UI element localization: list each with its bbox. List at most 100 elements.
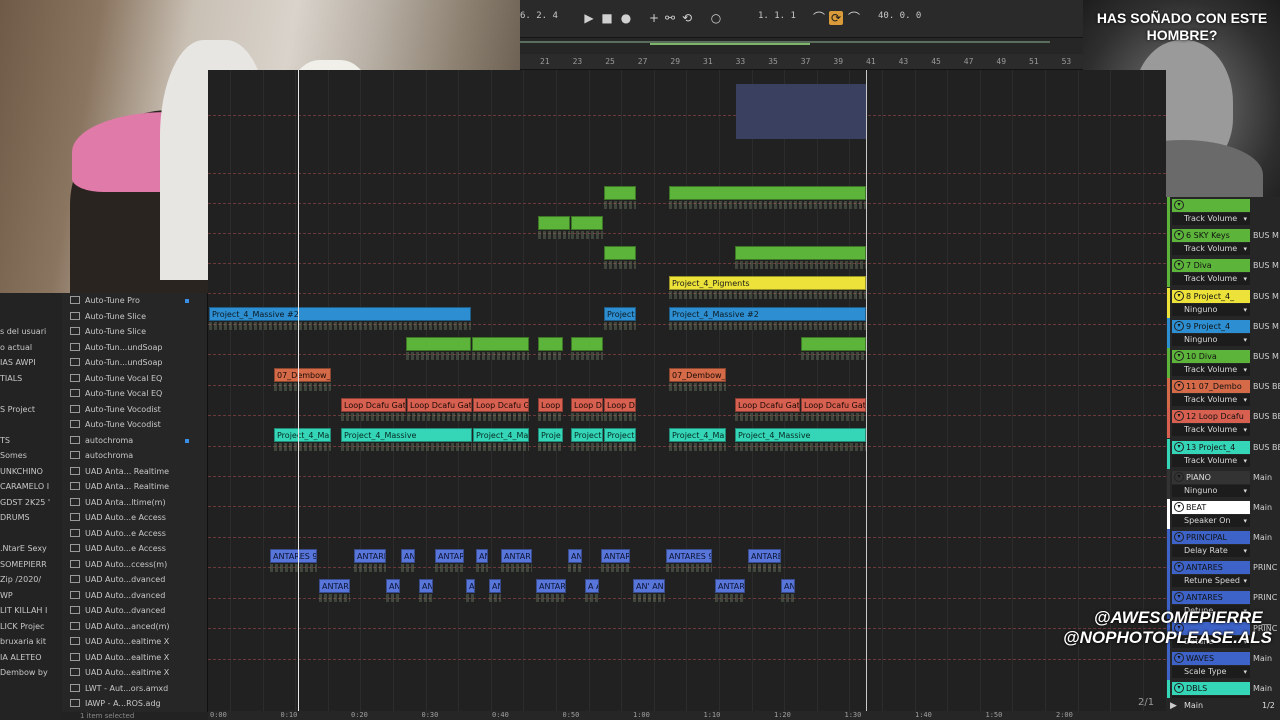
arrangement-clip[interactable]: Project_4_Massive #2 — [669, 307, 866, 321]
arrangement-clip[interactable]: AN' — [781, 579, 795, 593]
arrangement-clip[interactable]: Project — [604, 428, 636, 442]
automation-chooser[interactable]: Track Volume ▾ — [1172, 213, 1250, 225]
track-name[interactable]: ▾ 13 Project_4 — [1172, 440, 1250, 454]
fold-chevron-icon[interactable]: ▾ — [1174, 501, 1184, 512]
browser-collection-item[interactable]: UNKCHINO — [0, 464, 62, 480]
track-name[interactable]: ▾ ANTARES — [1172, 561, 1250, 575]
browser-item[interactable]: UAD Auto...dvanced — [62, 572, 207, 588]
stop-icon[interactable]: ■ — [600, 11, 614, 25]
fold-chevron-icon[interactable]: ▾ — [1174, 562, 1184, 573]
browser-item[interactable]: UAD Auto...dvanced — [62, 603, 207, 619]
track-name[interactable]: ▾ — [1172, 199, 1250, 212]
browser-item[interactable]: Auto-Tun...undSoap — [62, 355, 207, 371]
fold-chevron-icon[interactable]: ▾ — [1174, 592, 1184, 603]
track-output-route[interactable]: Main — [1253, 652, 1272, 665]
fold-chevron-icon[interactable]: ▾ — [1174, 290, 1184, 301]
track-header[interactable]: ▾ 6 SKY Keys BUS M Track Volume ▾ — [1166, 227, 1280, 258]
browser-collection-item[interactable]: DRUMS — [0, 510, 62, 526]
track-header[interactable]: ▾ 11 07_Dembo BUS BE Track Volume ▾ — [1166, 378, 1280, 409]
browser-collection-item[interactable] — [0, 293, 62, 309]
browser-item[interactable]: UAD Auto...e Access — [62, 541, 207, 557]
browser-collection-item[interactable]: LIT KILLAH I — [0, 603, 62, 619]
session-record-icon[interactable]: ○ — [709, 11, 723, 25]
automation-chooser[interactable]: Track Volume ▾ — [1172, 273, 1250, 286]
track-output-route[interactable]: Main — [1253, 471, 1272, 484]
arrangement-clip[interactable]: Loop Dcafu Gata — [407, 398, 472, 412]
browser-item[interactable]: IAWP - A...ROS.adg — [62, 696, 207, 712]
play-icon[interactable]: ▶ — [582, 11, 596, 25]
track-name[interactable]: ▾ WAVES — [1172, 651, 1250, 665]
browser-item[interactable]: UAD Auto...ealtime X — [62, 650, 207, 666]
browser-collection-item[interactable]: Somes — [0, 448, 62, 464]
browser-item[interactable]: UAD Anta...ltime(m) — [62, 495, 207, 511]
arrangement-clip[interactable]: ANTARE — [748, 549, 781, 563]
track-name[interactable]: ▾ 10 Diva — [1172, 349, 1250, 363]
arrangement-clip[interactable]: Project_4_Ma — [669, 428, 726, 442]
track-header[interactable]: ▾ 12 Loop Dcafu BUS BE Track Volume ▾ — [1166, 408, 1280, 439]
browser-item[interactable]: Auto-Tun...undSoap — [62, 340, 207, 356]
arrangement-clip[interactable]: Project_4_Massive — [735, 428, 866, 442]
arrangement-clip[interactable]: AI — [466, 579, 475, 593]
track-output-route[interactable]: Main — [1253, 501, 1272, 514]
bar-ruler[interactable]: 21 23 25 27 29 31 33 35 37 39 41 43 45 47 49 51 53 — [520, 54, 1166, 70]
browser-item[interactable]: autochroma — [62, 433, 207, 449]
browser-collection-item[interactable]: .NtarE Sexy — [0, 541, 62, 557]
track-output-route[interactable]: BUS M — [1253, 290, 1279, 303]
playhead-cursor[interactable] — [298, 70, 299, 711]
arrangement-view[interactable]: Project_4_Pigments Project_4_Massive #2 Pr… — [208, 70, 1166, 711]
automation-chooser[interactable]: Track Volume ▾ — [1172, 424, 1250, 437]
arrangement-clip[interactable] — [571, 337, 603, 351]
arrangement-clip[interactable]: Project — [571, 428, 603, 442]
arrangement-clip[interactable] — [604, 246, 636, 260]
arrangement-clip[interactable]: Project_4_Pigments — [669, 276, 866, 290]
arrangement-clip[interactable]: ANTARE — [501, 549, 532, 563]
arrangement-clip[interactable]: ANTARES 9 — [666, 549, 712, 563]
browser-item[interactable]: UAD Auto...anced(m) — [62, 619, 207, 635]
arrangement-clip[interactable]: AN — [489, 579, 501, 593]
browser-collection-item[interactable]: o actual — [0, 340, 62, 356]
browser-item[interactable]: UAD Anta... Realtime — [62, 479, 207, 495]
browser-collection-item[interactable] — [0, 526, 62, 542]
fold-chevron-icon[interactable]: ▾ — [1174, 200, 1184, 210]
browser-item[interactable]: Auto-Tune Vocodist — [62, 402, 207, 418]
arrangement-clip[interactable]: ANTAR — [435, 549, 464, 563]
song-position[interactable]: 6. 2. 4 — [520, 11, 558, 21]
track-name[interactable]: ▾ 9 Project_4 — [1172, 319, 1250, 333]
reenable-automation-icon[interactable]: ⟲ — [680, 11, 694, 25]
track-name[interactable]: ▾ DBLS — [1172, 682, 1250, 695]
arrangement-clip[interactable]: ANTARI — [715, 579, 745, 593]
browser-item[interactable]: LWT - Aut...ors.amxd — [62, 681, 207, 697]
fold-chevron-icon[interactable]: ▾ — [1174, 411, 1184, 422]
track-name[interactable]: ▾ 8 Project_4_ — [1172, 289, 1250, 303]
arrangement-clip[interactable]: Loop Dcafu Gata — [801, 398, 866, 412]
browser-collection-item[interactable]: bruxaria kit — [0, 634, 62, 650]
arrangement-clip[interactable]: AN — [476, 549, 488, 563]
browser-collection-item[interactable]: IAS AWPI — [0, 355, 62, 371]
track-name[interactable]: ▾ 7 Diva — [1172, 259, 1250, 273]
track-output-route[interactable]: BUS BE — [1253, 410, 1280, 423]
arrangement-clip[interactable]: Loop Dcafu Gata — [473, 398, 529, 412]
track-output-route[interactable]: PRINC — [1253, 561, 1277, 574]
track-header[interactable]: ▾ 7 Diva BUS M Track Volume ▾ — [1166, 257, 1280, 288]
fold-chevron-icon[interactable]: ▾ — [1174, 320, 1184, 331]
track-output-route[interactable]: BUS M — [1253, 229, 1279, 242]
arrangement-clip[interactable]: AN' AN — [633, 579, 665, 593]
browser-item[interactable]: UAD Auto...ccess(m) — [62, 557, 207, 573]
browser-collection-item[interactable] — [0, 417, 62, 433]
automation-chooser[interactable]: Ninguno ▾ — [1172, 303, 1250, 316]
automation-chooser[interactable]: Track Volume ▾ — [1172, 454, 1250, 467]
bottom-route[interactable]: Main — [1184, 701, 1203, 710]
track-header[interactable]: ▾ WAVES Main Scale Type ▾ — [1166, 649, 1280, 680]
arrangement-clip[interactable]: Loop Dc — [604, 398, 636, 412]
arrangement-clip[interactable]: ANTARI — [536, 579, 566, 593]
record-icon[interactable]: ● — [619, 11, 633, 25]
arrangement-clip[interactable]: ANTARE — [354, 549, 386, 563]
arrangement-clip[interactable]: Loop Dcafu Gata — [341, 398, 406, 412]
browser-collection-item[interactable]: SOMEPIERR — [0, 557, 62, 573]
browser-collection-item[interactable]: WP — [0, 588, 62, 604]
automation-chooser[interactable]: Retune Speed ▾ — [1172, 575, 1250, 588]
browser-item[interactable]: Auto-Tune Vocal EQ — [62, 386, 207, 402]
track-output-route[interactable]: BUS M — [1253, 320, 1279, 333]
track-header[interactable]: ▾ 13 Project_4 BUS BE Track Volume ▾ — [1166, 438, 1280, 469]
automation-chooser[interactable]: Ninguno ▾ — [1172, 484, 1250, 497]
